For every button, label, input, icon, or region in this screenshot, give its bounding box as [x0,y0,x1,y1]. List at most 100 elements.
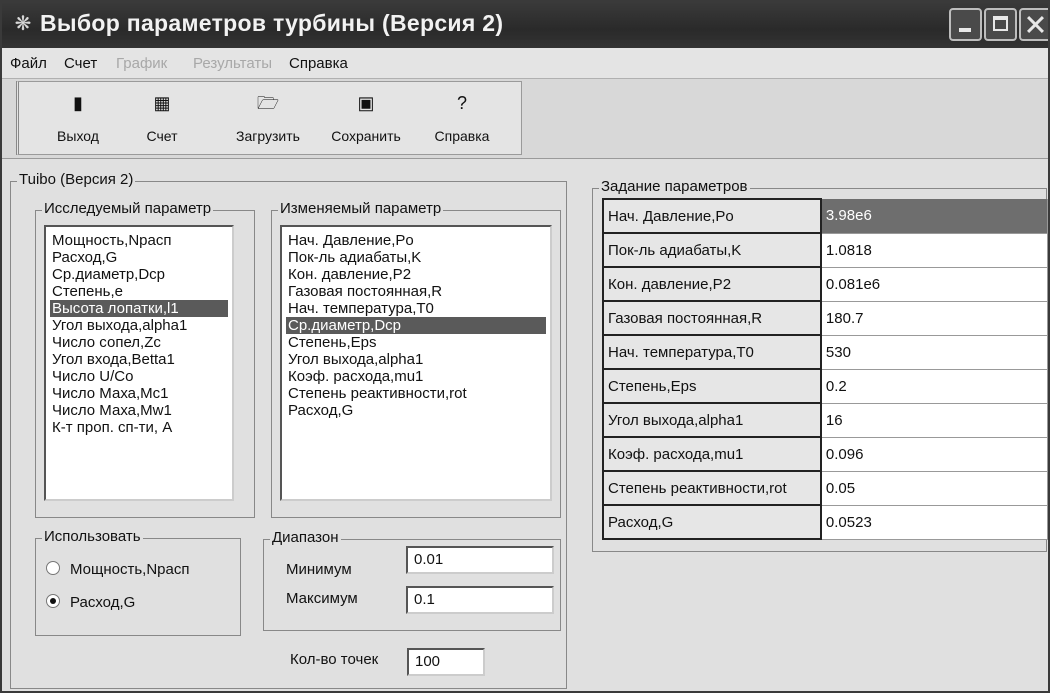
param-row: Расход,G 0.0523 [602,504,1048,540]
param-row: Нач. температура,T0 530 [602,334,1048,370]
gear-icon: ❋ [14,13,32,35]
param-value-cell[interactable]: 3.98e6 [820,199,1048,234]
studied-list-item[interactable]: Высота лопатки,l1 [50,300,228,317]
use-group-label: Использовать [42,528,143,545]
studied-list-item[interactable]: Угол входа,Betta1 [50,351,228,368]
radio-power-label: Мощность,Npacп [70,561,190,578]
studied-list-item[interactable]: К-т проп. сп-ти, A [50,419,228,436]
param-row: Коэф. расхода,mu1 0.096 [602,436,1048,472]
studied-list-item[interactable]: Угол выхода,alpha1 [50,317,228,334]
param-row: Кон. давление,P2 0.081e6 [602,266,1048,302]
studied-list-item[interactable]: Число U/Co [50,368,228,385]
floppy-disk-icon: ▣ [357,93,375,113]
save-label: Сохранить [331,128,401,144]
params-group-label: Задание параметров [599,178,750,195]
menu-bar: Файл Счет График Результаты Справка [2,48,1048,79]
radio-flow-icon[interactable] [46,594,60,608]
calc-label: Счет [146,128,178,144]
param-value-cell[interactable]: 0.2 [820,369,1048,404]
radio-power[interactable]: Мощность,Npacп [46,561,189,578]
studied-list-item[interactable]: Расход,G [50,249,228,266]
door-icon: ▮ [73,93,83,113]
param-row: Угол выхода,alpha1 16 [602,402,1048,438]
studied-param-list[interactable]: Мощность,Npacп Расход,G Ср.диаметр,Dcp Степ… [44,225,234,501]
help-label: Справка [434,128,490,144]
studied-list-item[interactable]: Число Маха,Mc1 [50,385,228,402]
varied-list-item[interactable]: Степень реактивности,rot [286,385,546,402]
toolbar: ▮ Выход ▦ Счет 🗁 Загрузить ▣ Сохранить ?… [16,81,522,155]
studied-list-item[interactable]: Мощность,Npacп [50,232,228,249]
menu-calc[interactable]: Счет [64,55,97,72]
varied-list-item[interactable]: Газовая постоянная,R [286,283,546,300]
param-value-cell[interactable]: 530 [820,335,1048,370]
param-name: Угол выхода,alpha1 [602,402,822,438]
param-value-cell[interactable]: 16 [820,403,1048,438]
studied-param-label: Исследуемый параметр [42,200,214,217]
open-folder-icon: 🗁 [256,93,280,113]
load-label: Загрузить [236,128,300,144]
param-value-cell[interactable]: 0.0523 [820,505,1048,540]
app-window: ❋ Выбор параметров турбины (Версия 2) Фа… [0,0,1050,693]
param-value-cell[interactable]: 180.7 [820,301,1048,336]
param-name: Степень,Eps [602,368,822,404]
exit-label: Выход [57,128,99,144]
varied-list-item[interactable]: Кон. давление,P2 [286,266,546,283]
param-value-cell[interactable]: 1.0818 [820,233,1048,268]
studied-param-group: Исследуемый параметр Мощность,Npacп Расхо… [35,200,255,518]
varied-param-list[interactable]: Нач. Давление,Po Пок-ль адиабаты,K Кон. да… [280,225,552,501]
varied-list-item[interactable]: Коэф. расхода,mu1 [286,368,546,385]
menu-file[interactable]: Файл [10,55,47,72]
load-button[interactable]: 🗁 Загрузить [229,84,307,152]
exit-button[interactable]: ▮ Выход [39,84,117,152]
param-value-cell[interactable]: 0.05 [820,471,1048,506]
points-input[interactable]: 100 [407,648,485,676]
max-input[interactable]: 0.1 [406,586,554,614]
minimize-icon[interactable] [949,8,982,41]
min-input[interactable]: 0.01 [406,546,554,574]
studied-list-item[interactable]: Число сопел,Zc [50,334,228,351]
menu-results[interactable]: Результаты [193,55,272,72]
param-name: Коэф. расхода,mu1 [602,436,822,472]
use-group: Использовать Мощность,Npacп Расход,G [35,528,241,636]
maximize-icon[interactable] [984,8,1017,41]
param-name: Нач. температура,T0 [602,334,822,370]
range-group: Диапазон Минимум 0.01 Максимум 0.1 [263,529,561,631]
varied-list-item[interactable]: Угол выхода,alpha1 [286,351,546,368]
title-bar[interactable]: ❋ Выбор параметров турбины (Версия 2) [2,2,1048,48]
param-name: Степень реактивности,rot [602,470,822,506]
menu-help[interactable]: Справка [289,55,348,72]
param-value-cell[interactable]: 0.081e6 [820,267,1048,302]
radio-flow[interactable]: Расход,G [46,594,135,611]
param-row: Степень,Eps 0.2 [602,368,1048,404]
varied-list-item[interactable]: Расход,G [286,402,546,419]
close-icon[interactable] [1019,8,1048,41]
varied-list-item[interactable]: Нач. температура,T0 [286,300,546,317]
radio-power-icon[interactable] [46,561,60,575]
studied-list-item[interactable]: Ср.диаметр,Dcp [50,266,228,283]
chart-icon: ▦ [153,93,171,113]
varied-param-group: Изменяемый параметр Нач. Давление,Po Пок-… [271,200,561,518]
param-name: Расход,G [602,504,822,540]
varied-list-item[interactable]: Степень,Eps [286,334,546,351]
menu-graph[interactable]: График [116,55,167,72]
param-row: Нач. Давление,Po 3.98e6 [602,198,1048,234]
save-button[interactable]: ▣ Сохранить [327,84,405,152]
window-title: Выбор параметров турбины (Версия 2) [40,10,504,36]
param-name: Нач. Давление,Po [602,198,822,234]
question-icon: ? [456,93,467,113]
turbo-group: Tuibo (Версия 2) Исследуемый параметр Мо… [10,171,567,689]
radio-flow-label: Расход,G [70,594,136,611]
varied-param-label: Изменяемый параметр [278,200,444,217]
param-value-cell[interactable]: 0.096 [820,437,1048,472]
studied-list-item[interactable]: Степень,e [50,283,228,300]
help-button[interactable]: ? Справка [423,84,501,152]
varied-list-item[interactable]: Ср.диаметр,Dcp [286,317,546,334]
param-name: Газовая постоянная,R [602,300,822,336]
param-name: Пок-ль адиабаты,K [602,232,822,268]
varied-list-item[interactable]: Пок-ль адиабаты,K [286,249,546,266]
param-row: Газовая постоянная,R 180.7 [602,300,1048,336]
calc-button[interactable]: ▦ Счет [123,84,201,152]
studied-list-item[interactable]: Число Маха,Mw1 [50,402,228,419]
varied-list-item[interactable]: Нач. Давление,Po [286,232,546,249]
max-label: Максимум [286,590,358,607]
